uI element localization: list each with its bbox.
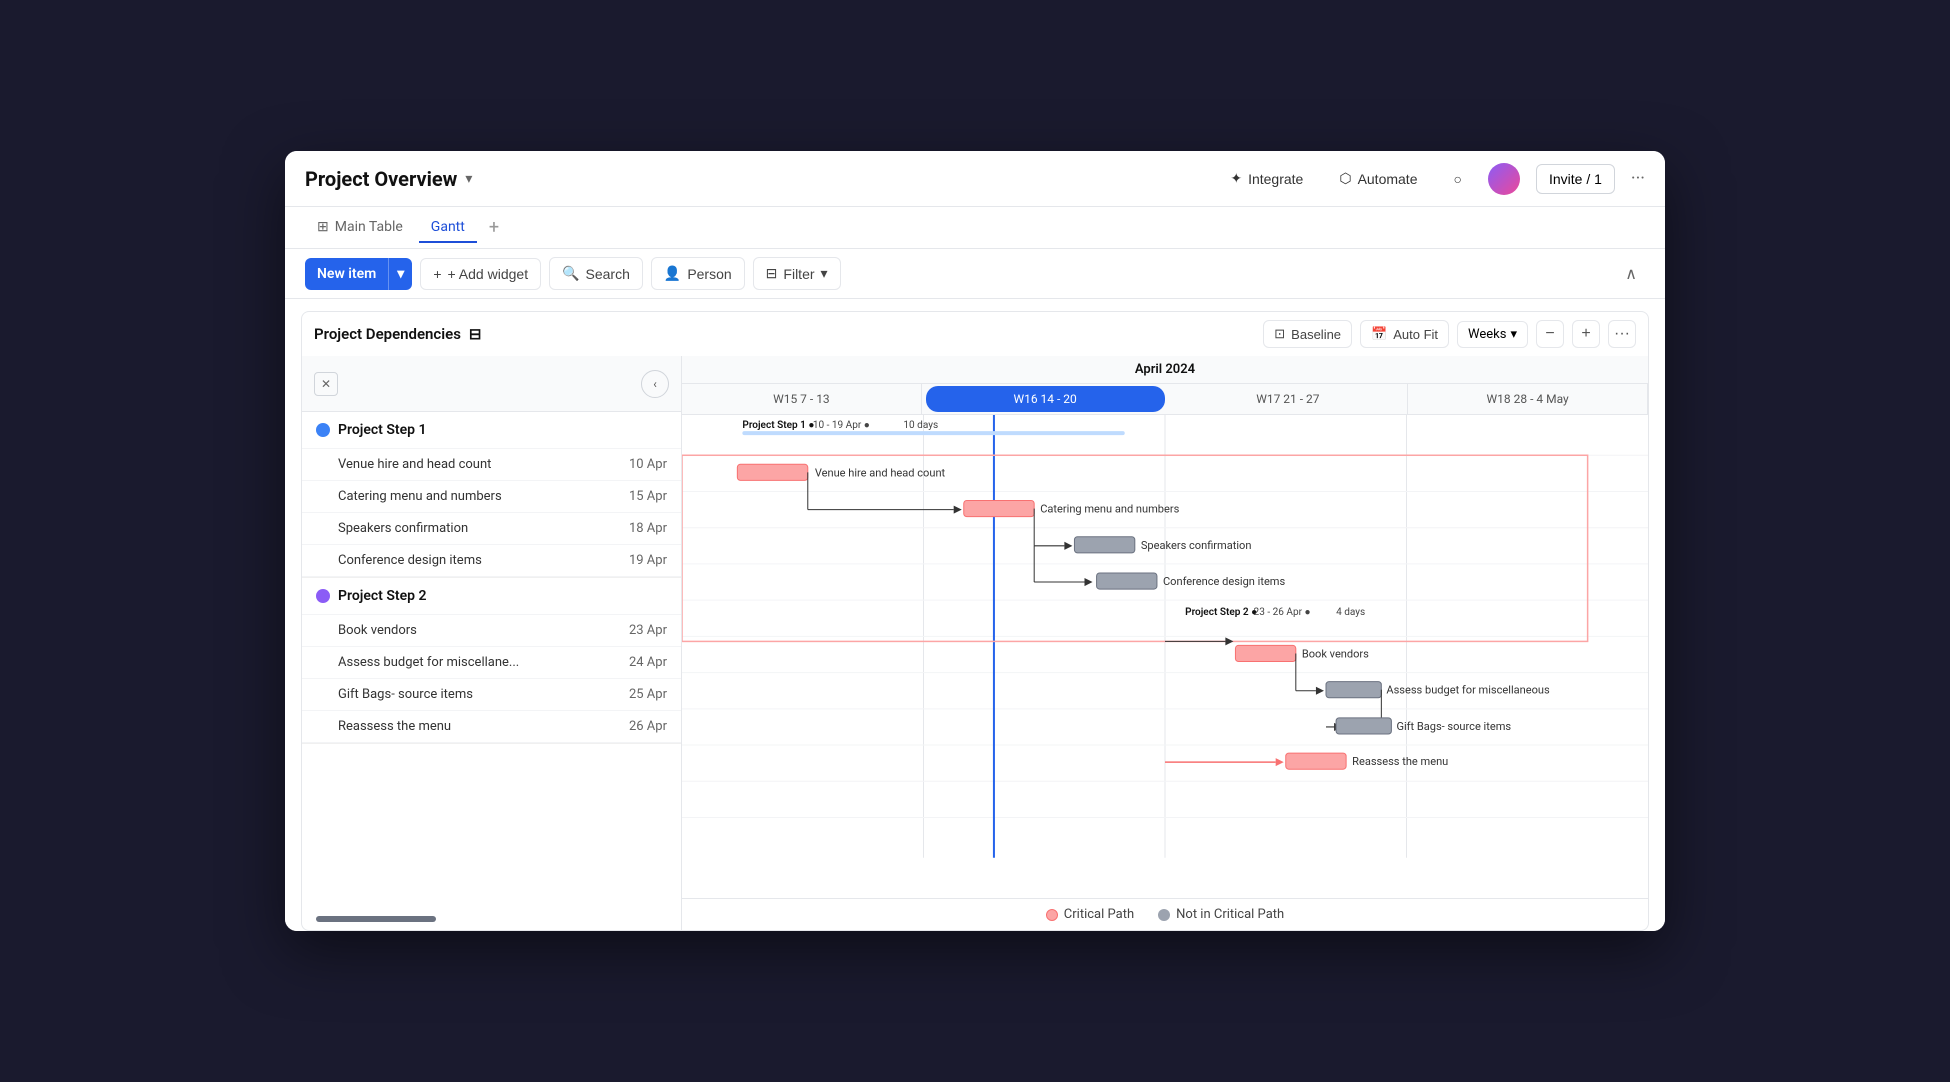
month-label: April 2024 — [682, 356, 1648, 384]
gantt-chart-area: Project Step 1 ● 10 - 19 Apr ● 10 days V… — [682, 415, 1648, 898]
new-item-button[interactable]: New item ▾ — [305, 258, 412, 290]
svg-text:23 - 26 Apr ●: 23 - 26 Apr ● — [1254, 607, 1311, 618]
main-content: Project Dependencies ⊟ ⊡ Baseline 📅 Auto… — [285, 299, 1665, 931]
zoom-in-button[interactable]: + — [1572, 320, 1600, 348]
svg-text:4 days: 4 days — [1336, 607, 1365, 618]
gantt-header-bar: Project Dependencies ⊟ ⊡ Baseline 📅 Auto… — [301, 311, 1649, 356]
task-row-reassess[interactable]: Reassess the menu 26 Apr — [302, 711, 681, 743]
gantt-svg: Project Step 1 ● 10 - 19 Apr ● 10 days V… — [682, 415, 1648, 898]
gantt-controls: ⊡ Baseline 📅 Auto Fit Weeks ▾ − + ··· — [1263, 320, 1636, 348]
tab-main-table[interactable]: ⊞ Main Table — [305, 213, 415, 243]
baseline-button[interactable]: ⊡ Baseline — [1263, 320, 1352, 348]
legend-critical: Critical Path — [1046, 907, 1134, 922]
svg-text:Conference design items: Conference design items — [1163, 575, 1286, 588]
filter-icon: ⊟ — [766, 265, 778, 282]
add-tab-button[interactable]: + — [481, 217, 507, 238]
right-panel: April 2024 W15 7 - 13 W16 14 - 20 W17 21… — [682, 356, 1648, 930]
integrate-icon: ✦ — [1230, 170, 1242, 187]
header-left: Project Overview ▾ — [305, 167, 472, 191]
svg-text:10 - 19 Apr ●: 10 - 19 Apr ● — [813, 420, 870, 431]
left-panel: ✕ ‹ Project Step 1 Venue hire and head c… — [302, 356, 682, 930]
avatar[interactable] — [1488, 163, 1520, 195]
tab-gantt[interactable]: Gantt — [419, 213, 477, 243]
svg-text:Book vendors: Book vendors — [1302, 648, 1369, 661]
weeks-selector[interactable]: Weeks ▾ — [1457, 321, 1528, 348]
left-panel-header: ✕ ‹ — [302, 356, 681, 412]
svg-text:Catering menu and numbers: Catering menu and numbers — [1040, 503, 1179, 516]
gantt-chart-title: Project Dependencies ⊟ — [314, 325, 482, 343]
gantt-body: ✕ ‹ Project Step 1 Venue hire and head c… — [301, 356, 1649, 931]
chat-button[interactable]: ○ — [1444, 165, 1472, 193]
filter-button[interactable]: ⊟ Filter ▾ — [753, 257, 841, 290]
collapse-button[interactable]: ∧ — [1617, 260, 1645, 287]
svg-text:Venue hire and head count: Venue hire and head count — [815, 466, 946, 479]
nav-left-arrow[interactable]: ‹ — [641, 370, 669, 398]
calendar-icon: 📅 — [1371, 326, 1387, 342]
not-critical-path-dot — [1158, 909, 1170, 921]
project-step-2-section: Project Step 2 Book vendors 23 Apr Asses… — [302, 578, 681, 744]
project-title: Project Overview — [305, 167, 457, 191]
automate-icon: ⬡ — [1339, 170, 1351, 187]
project-step-1-section: Project Step 1 Venue hire and head count… — [302, 412, 681, 578]
plus-icon: + — [433, 266, 441, 282]
svg-text:Project Step 2 ●: Project Step 2 ● — [1185, 607, 1257, 618]
task-row-giftbags[interactable]: Gift Bags- source items 25 Apr — [302, 679, 681, 711]
project-step-1-row[interactable]: Project Step 1 — [302, 412, 681, 449]
automate-button[interactable]: ⬡ Automate — [1329, 164, 1427, 193]
task-row-budget[interactable]: Assess budget for miscellane... 24 Apr — [302, 647, 681, 679]
svg-text:Speakers confirmation: Speakers confirmation — [1141, 539, 1252, 552]
project-1-label: Project Step 1 — [338, 422, 426, 438]
header: Project Overview ▾ ✦ Integrate ⬡ Automat… — [285, 151, 1665, 207]
gantt-time-header: April 2024 W15 7 - 13 W16 14 - 20 W17 21… — [682, 356, 1648, 415]
task-row-venue[interactable]: Venue hire and head count 10 Apr — [302, 449, 681, 481]
person-button[interactable]: 👤 Person — [651, 257, 745, 290]
week-cell-16: W16 14 - 20 — [926, 386, 1165, 412]
search-button[interactable]: 🔍 Search — [549, 257, 643, 290]
svg-text:Assess budget for miscellaneou: Assess budget for miscellaneous — [1386, 684, 1550, 697]
person-icon: 👤 — [664, 265, 681, 282]
toolbar: New item ▾ + + Add widget 🔍 Search 👤 Per… — [285, 249, 1665, 299]
svg-text:Project Step 1 ●: Project Step 1 ● — [742, 420, 814, 431]
task-row-vendors[interactable]: Book vendors 23 Apr — [302, 615, 681, 647]
filter-chevron-icon: ▾ — [821, 265, 828, 282]
zoom-out-button[interactable]: − — [1536, 320, 1564, 348]
add-widget-button[interactable]: + + Add widget — [420, 258, 541, 290]
project-step-2-row[interactable]: Project Step 2 — [302, 578, 681, 615]
invite-button[interactable]: Invite / 1 — [1536, 164, 1615, 194]
critical-path-dot — [1046, 909, 1058, 921]
integrate-button[interactable]: ✦ Integrate — [1220, 164, 1313, 193]
more-menu-button[interactable]: ··· — [1631, 168, 1645, 189]
project-1-dot — [316, 423, 330, 437]
week-cell-15: W15 7 - 13 — [682, 384, 922, 414]
legend-not-critical: Not in Critical Path — [1158, 907, 1284, 922]
week-cell-18: W18 28 - 4 May — [1408, 384, 1648, 414]
svg-text:Gift Bags- source items: Gift Bags- source items — [1396, 720, 1511, 733]
new-item-arrow-icon[interactable]: ▾ — [388, 258, 412, 290]
scroll-indicator[interactable] — [316, 916, 436, 922]
project-2-dot — [316, 589, 330, 603]
table-icon: ⊞ — [317, 219, 329, 235]
header-right: ✦ Integrate ⬡ Automate ○ Invite / 1 ··· — [1220, 163, 1645, 195]
weeks-chevron-icon: ▾ — [1510, 327, 1517, 342]
left-collapse-icon[interactable]: ✕ — [314, 372, 338, 396]
task-row-conference[interactable]: Conference design items 19 Apr — [302, 545, 681, 577]
auto-fit-button[interactable]: 📅 Auto Fit — [1360, 320, 1449, 348]
week-cell-17: W17 21 - 27 — [1169, 384, 1409, 414]
baseline-icon: ⊡ — [1274, 326, 1285, 342]
svg-text:10 days: 10 days — [903, 420, 938, 431]
gantt-filter-icon[interactable]: ⊟ — [469, 325, 482, 343]
chat-icon: ○ — [1454, 171, 1462, 187]
main-window: Project Overview ▾ ✦ Integrate ⬡ Automat… — [285, 151, 1665, 931]
project-2-label: Project Step 2 — [338, 588, 426, 604]
title-chevron-icon[interactable]: ▾ — [465, 171, 472, 187]
week-row: W15 7 - 13 W16 14 - 20 W17 21 - 27 W18 2… — [682, 384, 1648, 414]
more-options-button[interactable]: ··· — [1608, 320, 1636, 348]
svg-text:Reassess the menu: Reassess the menu — [1352, 755, 1448, 768]
task-row-speakers[interactable]: Speakers confirmation 18 Apr — [302, 513, 681, 545]
search-icon: 🔍 — [562, 265, 579, 282]
task-row-catering[interactable]: Catering menu and numbers 15 Apr — [302, 481, 681, 513]
legend: Critical Path Not in Critical Path — [682, 898, 1648, 930]
tabs-bar: ⊞ Main Table Gantt + — [285, 207, 1665, 249]
